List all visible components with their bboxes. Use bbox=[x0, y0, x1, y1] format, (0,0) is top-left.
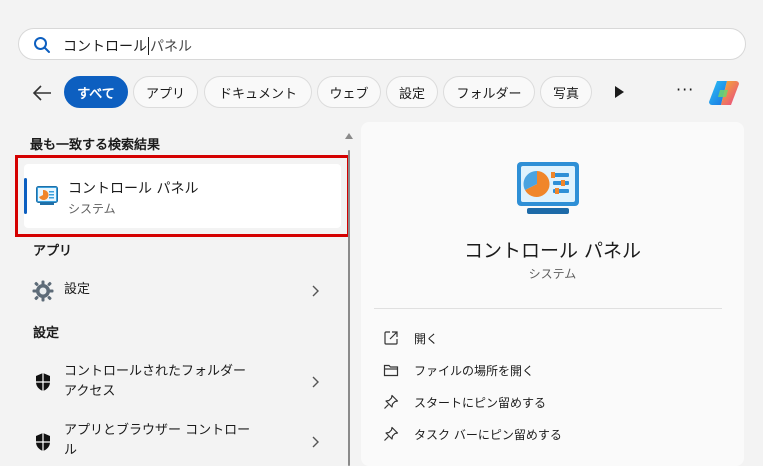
tab-folders[interactable]: フォルダー bbox=[443, 76, 535, 108]
list-item-label: 設定 bbox=[64, 282, 91, 297]
best-match-subtitle: システム bbox=[68, 202, 116, 216]
divider bbox=[374, 308, 722, 309]
list-item-label-line1: コントロールされたフォルダー bbox=[64, 364, 247, 379]
text-caret bbox=[148, 37, 149, 55]
best-match-highlight: コントロール パネル システム bbox=[15, 155, 350, 237]
scrollbar[interactable] bbox=[348, 150, 350, 466]
tab-settings[interactable]: 設定 bbox=[386, 76, 438, 108]
search-input[interactable]: コントロール パネル bbox=[63, 36, 192, 56]
search-box[interactable]: コントロール パネル bbox=[18, 28, 746, 60]
pin-icon bbox=[384, 394, 399, 409]
action-pin-to-start[interactable]: スタートにピン留めする bbox=[383, 391, 546, 413]
action-label: ファイルの場所を開く bbox=[414, 363, 535, 378]
detail-title: コントロール パネル bbox=[463, 240, 642, 262]
filter-bar: すべて アプリ ドキュメント ウェブ 設定 フォルダー 写真 ··· bbox=[0, 76, 763, 110]
list-item-app-browser-control[interactable]: アプリとブラウザー コントロー ル bbox=[22, 421, 334, 465]
list-item-settings-app[interactable]: 設定 bbox=[22, 278, 334, 304]
chevron-right-icon bbox=[312, 376, 319, 388]
action-label: 開く bbox=[414, 331, 439, 346]
apps-heading: アプリ bbox=[33, 244, 73, 259]
settings-gear-icon bbox=[32, 280, 54, 302]
best-match-title: コントロール パネル bbox=[68, 181, 199, 197]
control-panel-icon bbox=[36, 186, 58, 205]
detail-subtitle: システム bbox=[528, 267, 577, 281]
tab-all[interactable]: すべて bbox=[64, 76, 128, 108]
copilot-icon[interactable] bbox=[708, 78, 740, 108]
more-options-icon[interactable]: ··· bbox=[676, 80, 694, 99]
shield-icon bbox=[36, 433, 50, 451]
best-match-heading: 最も一致する検索結果 bbox=[30, 138, 161, 153]
action-open-file-location[interactable]: ファイルの場所を開く bbox=[383, 359, 534, 381]
selection-indicator bbox=[24, 178, 27, 214]
action-label: スタートにピン留めする bbox=[414, 395, 547, 410]
back-arrow-icon[interactable] bbox=[30, 82, 54, 104]
tab-photos[interactable]: 写真 bbox=[540, 76, 592, 108]
action-label: タスク バーにピン留めする bbox=[414, 427, 562, 442]
list-item-label-line1: アプリとブラウザー コントロー bbox=[64, 423, 251, 438]
open-external-icon bbox=[384, 331, 398, 345]
settings-heading: 設定 bbox=[33, 326, 60, 341]
chevron-right-icon bbox=[312, 285, 319, 297]
action-pin-to-taskbar[interactable]: タスク バーにピン留めする bbox=[383, 423, 562, 445]
tab-apps[interactable]: アプリ bbox=[133, 76, 198, 108]
best-match-item[interactable]: コントロール パネル システム bbox=[24, 164, 341, 228]
tab-documents[interactable]: ドキュメント bbox=[204, 76, 312, 108]
list-item-label-line2: ル bbox=[64, 443, 78, 458]
search-typed-text: コントロール bbox=[63, 39, 147, 55]
scroll-up-arrow-icon[interactable] bbox=[345, 133, 353, 139]
play-more-filters-icon[interactable] bbox=[613, 85, 625, 99]
chevron-right-icon bbox=[312, 436, 319, 448]
tab-web[interactable]: ウェブ bbox=[317, 76, 381, 108]
list-item-controlled-folder-access[interactable]: コントロールされたフォルダー アクセス bbox=[22, 360, 334, 404]
search-icon bbox=[34, 37, 50, 53]
list-item-label-line2: アクセス bbox=[64, 384, 116, 399]
search-suggestion-text: パネル bbox=[150, 39, 192, 55]
shield-icon bbox=[36, 373, 50, 391]
control-panel-large-icon bbox=[517, 162, 579, 214]
detail-panel: コントロール パネル システム 開く ファイルの場所を開く スタートにピン留めす… bbox=[361, 122, 744, 466]
folder-icon bbox=[383, 364, 399, 377]
action-open[interactable]: 開く bbox=[383, 327, 438, 349]
pin-icon bbox=[384, 426, 399, 441]
